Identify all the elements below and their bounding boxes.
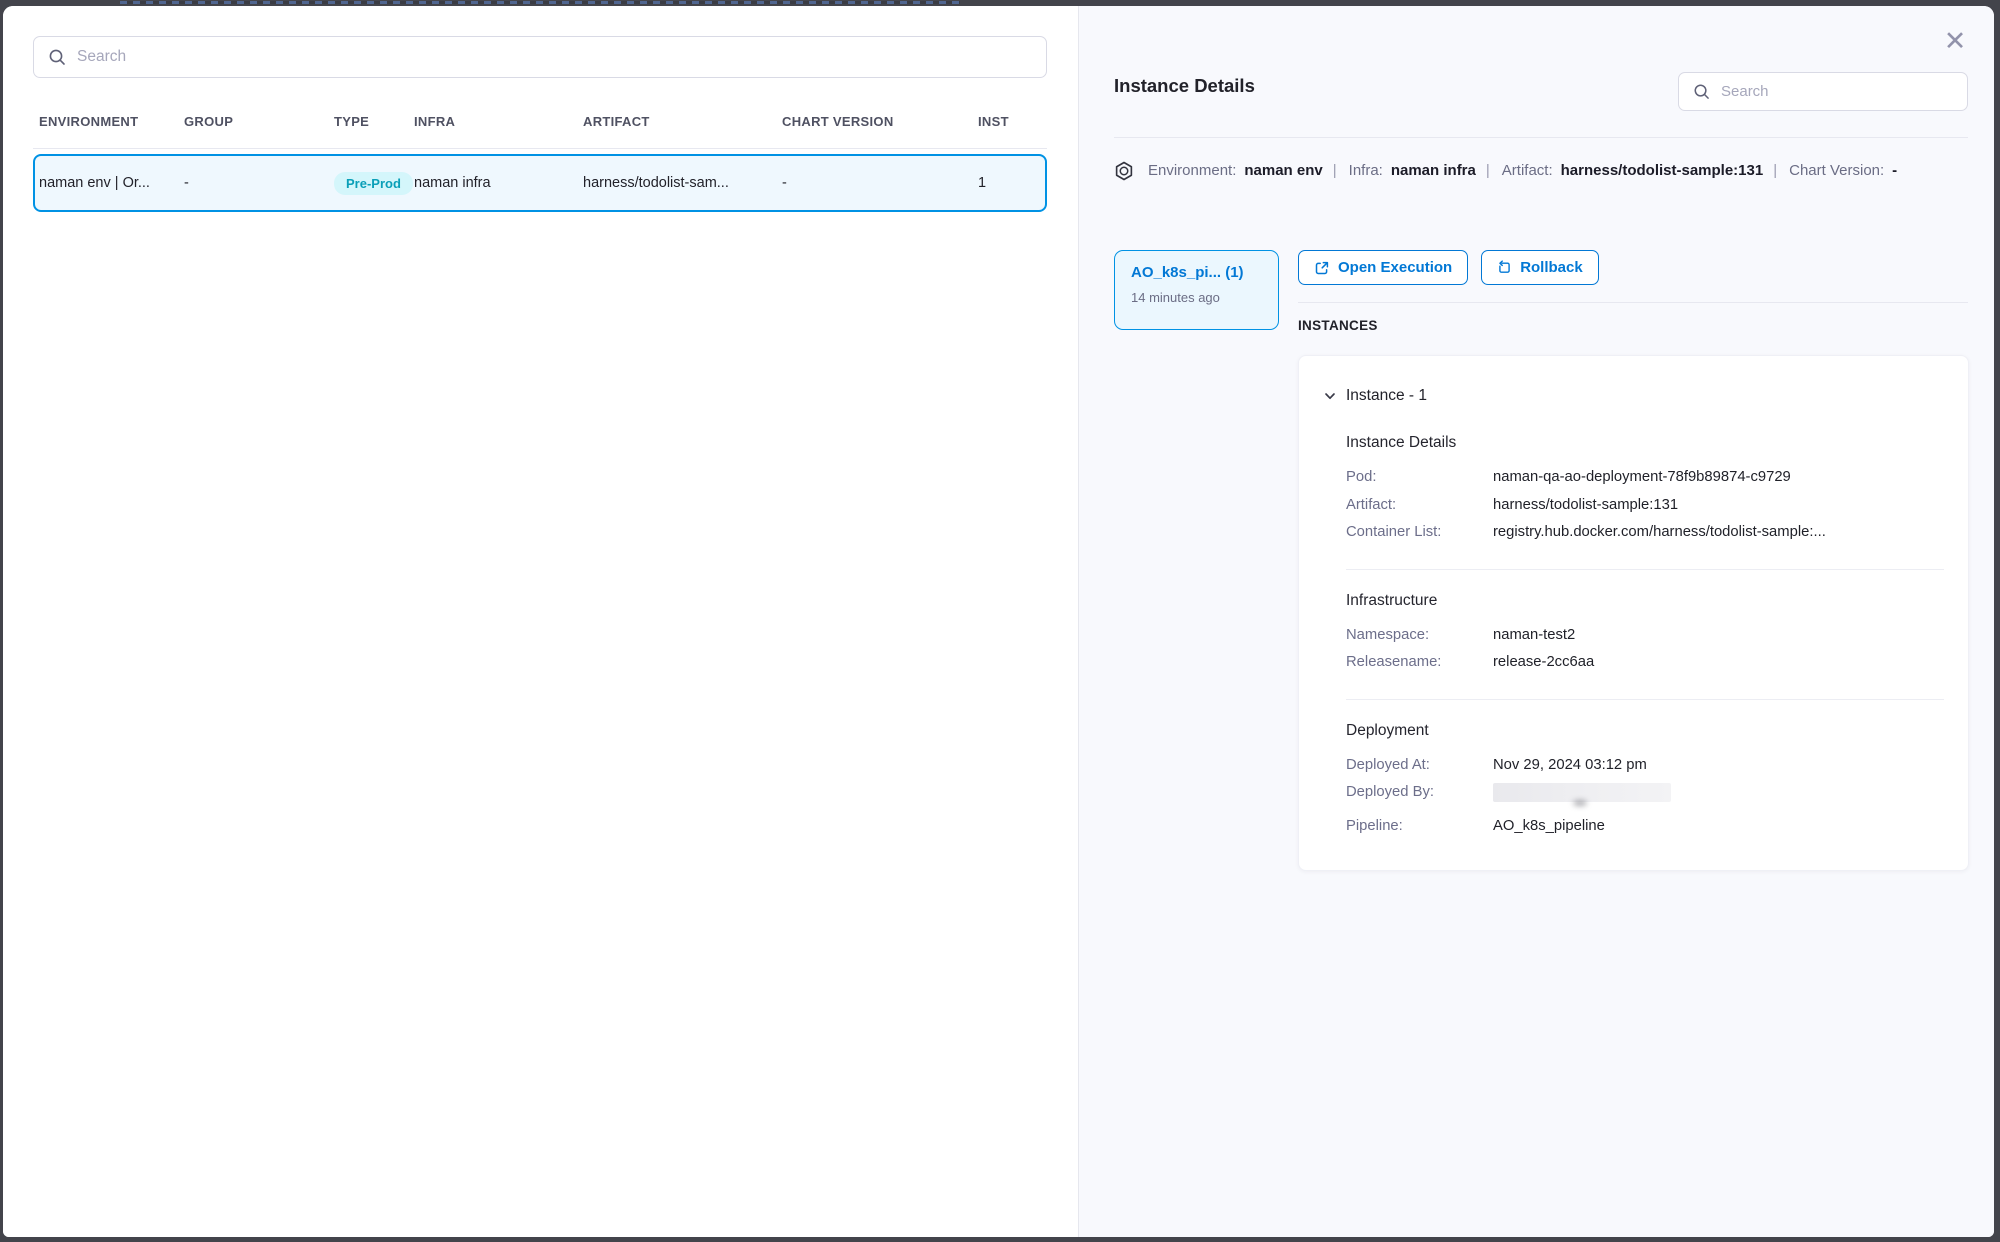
divider	[1298, 302, 1968, 303]
detail-row-deployed-by: Deployed By:	[1346, 779, 1944, 813]
external-link-icon	[1314, 260, 1330, 276]
execution-card[interactable]: AO_k8s_pi... (1) 14 minutes ago	[1114, 250, 1279, 330]
search-icon	[1693, 83, 1710, 100]
divider	[1346, 569, 1944, 570]
detail-row-pipeline: Pipeline: AO_k8s_pipeline	[1346, 813, 1944, 841]
detail-row-namespace: Namespace: naman-test2	[1346, 622, 1944, 650]
col-infra: INFRA	[414, 114, 583, 129]
pre-prod-badge: Pre-Prod	[334, 172, 413, 195]
close-icon[interactable]: ✕	[1942, 28, 1968, 54]
cell-chart-version: -	[782, 175, 978, 191]
instance-details-modal: ENVIRONMENT GROUP TYPE INFRA ARTIFACT CH…	[3, 6, 1994, 1237]
instances-search-input[interactable]	[1721, 83, 1953, 100]
detail-row-container-list: Container List: registry.hub.docker.com/…	[1346, 519, 1944, 547]
col-group: GROUP	[184, 114, 334, 129]
summary-infra: Infra: naman infra |	[1349, 158, 1490, 184]
cell-group: -	[184, 175, 334, 191]
instances-heading: INSTANCES	[1298, 318, 1378, 333]
chevron-down-icon	[1323, 389, 1337, 403]
divider	[1114, 137, 1968, 138]
execution-card-time: 14 minutes ago	[1131, 290, 1268, 305]
instance-sections: Instance Details Pod: naman-qa-ao-deploy…	[1346, 434, 1944, 840]
action-buttons: Open Execution Rollback	[1298, 250, 1599, 285]
cell-environment: naman env | Or...	[39, 175, 184, 191]
instance-details-panel: ✕ Instance Details Environment: naman en…	[1078, 6, 1994, 1237]
col-artifact: ARTIFACT	[583, 114, 782, 129]
section-title-deployment: Deployment	[1346, 722, 1944, 740]
detail-row-artifact: Artifact: harness/todolist-sample:131	[1346, 492, 1944, 520]
open-execution-button[interactable]: Open Execution	[1298, 250, 1468, 285]
execution-card-title: AO_k8s_pi... (1)	[1131, 264, 1268, 281]
instance-collapse-header[interactable]: Instance - 1	[1323, 385, 1944, 407]
cell-artifact: harness/todolist-sam...	[583, 175, 782, 191]
header-divider	[33, 148, 1047, 149]
table-search-input[interactable]	[77, 48, 1032, 66]
search-icon	[48, 48, 66, 66]
col-type: TYPE	[334, 114, 414, 129]
cell-inst: 1	[978, 175, 1045, 191]
instances-card: Instance - 1 Instance Details Pod: naman…	[1298, 355, 1969, 871]
deployment-summary: Environment: naman env | Infra: naman in…	[1114, 158, 1897, 184]
instances-search[interactable]	[1678, 72, 1968, 111]
col-environment: ENVIRONMENT	[39, 114, 184, 129]
environment-icon	[1114, 161, 1134, 181]
redacted-value	[1493, 783, 1671, 802]
environments-table-panel: ENVIRONMENT GROUP TYPE INFRA ARTIFACT CH…	[3, 6, 1078, 1237]
cell-infra: naman infra	[414, 175, 583, 191]
detail-row-deployed-at: Deployed At: Nov 29, 2024 03:12 pm	[1346, 752, 1944, 780]
rollback-button[interactable]: Rollback	[1481, 250, 1599, 285]
summary-environment: Environment: naman env |	[1114, 158, 1337, 184]
cell-type: Pre-Prod	[334, 172, 414, 195]
detail-row-pod: Pod: naman-qa-ao-deployment-78f9b89874-c…	[1346, 464, 1944, 492]
section-title-infrastructure: Infrastructure	[1346, 592, 1944, 610]
detail-row-releasename: Releasename: release-2cc6aa	[1346, 649, 1944, 677]
summary-chart-version: Chart Version: -	[1789, 158, 1897, 184]
table-row[interactable]: naman env | Or... - Pre-Prod naman infra…	[33, 154, 1047, 212]
rollback-icon	[1497, 260, 1512, 275]
table-search[interactable]	[33, 36, 1047, 78]
col-chart-version: CHART VERSION	[782, 114, 978, 129]
page-title: Instance Details	[1114, 75, 1255, 97]
instance-title: Instance - 1	[1346, 387, 1427, 405]
section-title-instance-details: Instance Details	[1346, 434, 1944, 452]
table-header: ENVIRONMENT GROUP TYPE INFRA ARTIFACT CH…	[33, 111, 1047, 131]
col-inst: INST	[978, 114, 1047, 129]
divider	[1346, 699, 1944, 700]
summary-artifact: Artifact: harness/todolist-sample:131 |	[1502, 158, 1777, 184]
